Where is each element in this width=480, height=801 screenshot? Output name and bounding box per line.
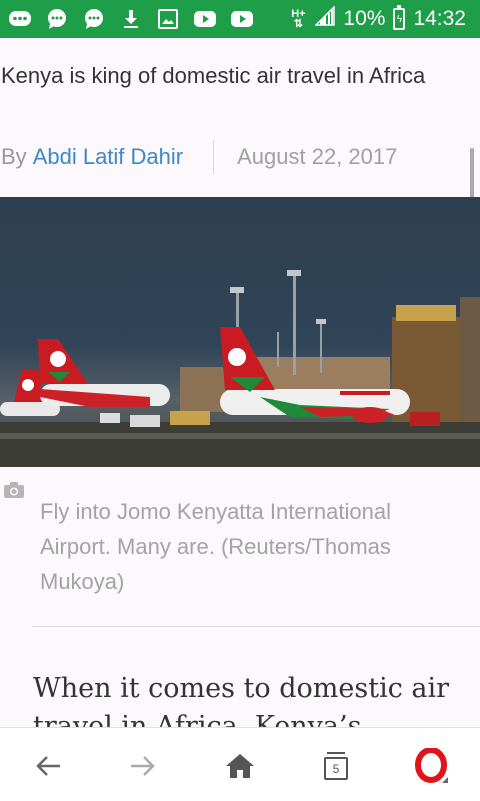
signal-icon (314, 5, 336, 32)
photo-caption: Fly into Jomo Kenyatta International Air… (40, 499, 391, 594)
camera-icon (4, 482, 24, 498)
forward-button[interactable] (123, 746, 163, 786)
back-arrow-icon (36, 756, 60, 776)
opera-menu-button[interactable] (412, 746, 452, 786)
battery-percent: 10% (343, 7, 386, 30)
article-title: Kenya is king of domestic air travel in … (1, 63, 426, 88)
caption-divider (32, 626, 480, 627)
chat-icon (45, 8, 69, 30)
home-icon (226, 754, 254, 778)
byline-divider (213, 140, 215, 174)
notification-icons (8, 7, 254, 31)
clock: 14:32 (413, 7, 466, 30)
browser-bottom-bar: 5 (0, 727, 480, 801)
status-indicators: H+ ⇅ 10% ϟ 14:32 (289, 5, 466, 33)
download-icon (119, 8, 143, 30)
article-photo[interactable] (0, 197, 480, 467)
chat-icon (82, 8, 106, 30)
bbm-icon (8, 8, 32, 30)
tab-count: 5 (332, 761, 340, 776)
network-type: H+ ⇅ (291, 8, 306, 30)
back-button[interactable] (28, 746, 68, 786)
home-button[interactable] (220, 746, 260, 786)
tabs-icon: 5 (324, 752, 348, 780)
youtube-icon (193, 8, 217, 30)
tabs-button[interactable]: 5 (316, 746, 356, 786)
image-icon (156, 8, 180, 30)
author-link[interactable]: Abdi Latif Dahir (33, 144, 183, 170)
airport-scene (0, 270, 480, 467)
status-bar: H+ ⇅ 10% ϟ 14:32 (0, 0, 480, 38)
publish-date: August 22, 2017 (237, 144, 398, 169)
forward-arrow-icon (131, 756, 155, 776)
youtube-icon (230, 8, 254, 30)
byline: By Abdi Latif Dahir August 22, 2017 (1, 140, 397, 174)
byline-prefix: By (1, 144, 27, 169)
battery-icon: ϟ (393, 5, 406, 30)
opera-logo-icon (415, 748, 448, 783)
